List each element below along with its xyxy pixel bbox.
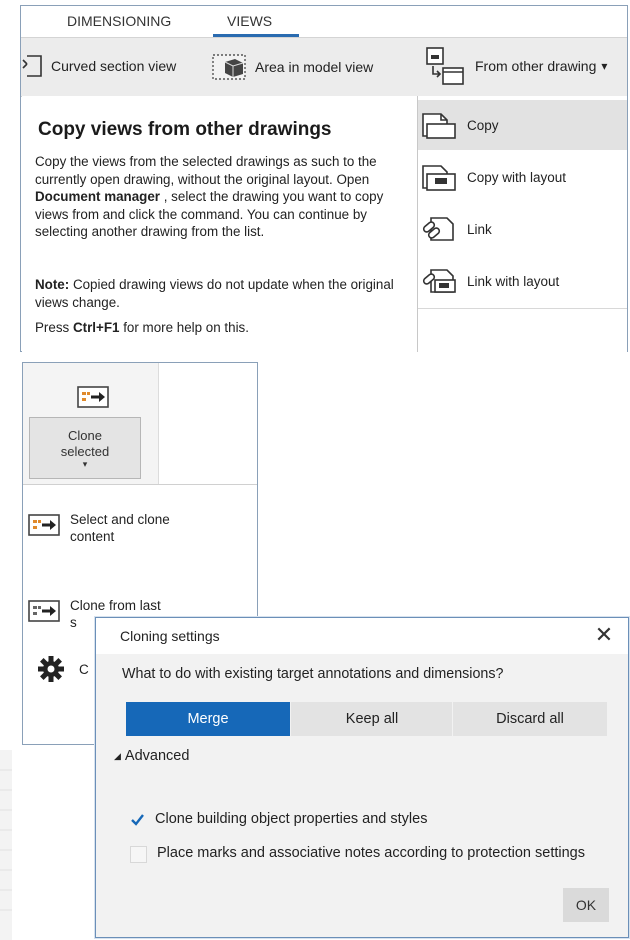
copy-layout-icon	[422, 165, 456, 191]
ok-button[interactable]: OK	[563, 888, 609, 922]
clone-from-last-label-2: s	[70, 615, 77, 630]
clone-selected-icon	[77, 386, 109, 408]
menu-item-link[interactable]: Link	[418, 204, 627, 254]
tooltip-note: Note: Copied drawing views do not update…	[35, 276, 395, 311]
clone-from-last-label-1: Clone from last	[70, 598, 161, 613]
close-icon[interactable]: ✕	[591, 622, 617, 648]
dialog-question: What to do with existing target annotati…	[122, 666, 504, 682]
copy-icon	[422, 113, 456, 139]
advanced-label: Advanced	[124, 748, 190, 764]
tooltip-help-text-2: for more help on this.	[119, 320, 249, 335]
menu-item-link-label: Link	[467, 221, 492, 237]
merge-button[interactable]: Merge	[126, 702, 290, 736]
clone-selected-label-2: selected	[60, 444, 110, 459]
tooltip-card: Copy views from other drawings Copy the …	[22, 96, 418, 352]
tooltip-note-label: Note:	[35, 277, 70, 292]
place-marks-label: Place marks and associative notes accord…	[157, 845, 585, 861]
checkbox-unchecked[interactable]	[130, 846, 147, 863]
tooltip-body-bold: Document manager	[35, 189, 161, 204]
cloning-settings-item[interactable]: C	[37, 655, 89, 683]
place-marks-checkbox-row[interactable]: Place marks and associative notes accord…	[130, 844, 600, 863]
area-in-model-view-label: Area in model view	[255, 59, 374, 75]
menu-item-copy-with-layout-label: Copy with layout	[467, 169, 567, 185]
clone-from-last-icon	[28, 600, 60, 622]
from-other-drawing-label: From other drawing	[475, 58, 597, 74]
cloning-settings-dialog: Cloning settings ✕ What to do with exist…	[95, 617, 629, 938]
link-layout-icon	[422, 269, 456, 293]
tooltip-body: Copy the views from the selected drawing…	[35, 153, 395, 241]
clone-properties-label: Clone building object properties and sty…	[155, 811, 428, 827]
from-other-drawing-icon	[426, 47, 464, 85]
divider	[23, 484, 257, 485]
ribbon-toolbar: Curved section view Area in model view F…	[21, 37, 627, 97]
expand-arrow-icon: ◢	[114, 750, 121, 761]
tab-views[interactable]: VIEWS	[227, 13, 272, 29]
menu-item-copy[interactable]: Copy	[418, 100, 627, 150]
curved-section-view-button[interactable]: Curved section view	[21, 54, 176, 78]
curved-section-view-label: Curved section view	[51, 58, 177, 74]
tooltip-body-text: Copy the views from the selected drawing…	[35, 154, 377, 187]
background-decoration	[0, 750, 12, 940]
clone-properties-checkbox-row[interactable]: Clone building object properties and sty…	[130, 810, 427, 828]
curved-section-icon	[22, 55, 42, 77]
select-and-clone-label: Select and clone content	[70, 511, 170, 545]
from-other-drawing-menu: Copy Copy with layout Link Link with lay…	[418, 96, 627, 352]
checkbox-checked[interactable]	[130, 812, 145, 827]
keep-all-button[interactable]: Keep all	[290, 702, 453, 736]
chevron-down-icon[interactable]: ▾	[601, 59, 607, 73]
clone-selected-button[interactable]: Clone selected ▾	[29, 417, 141, 479]
discard-all-button[interactable]: Discard all	[452, 702, 607, 736]
menu-item-link-with-layout-label: Link with layout	[467, 273, 560, 289]
advanced-toggle[interactable]: ◢ Advanced	[114, 748, 189, 764]
chevron-down-icon: ▾	[82, 459, 88, 469]
menu-item-copy-with-layout[interactable]: Copy with layout	[418, 152, 627, 202]
ribbon-tabs: DIMENSIONING VIEWS	[21, 6, 627, 37]
area-model-icon	[212, 54, 246, 80]
clone-selected-label-1: Clone	[68, 428, 102, 443]
clone-icon-wrap	[77, 385, 111, 414]
tooltip-note-text: Copied drawing views do not update when …	[35, 277, 394, 310]
ribbon-panel: DIMENSIONING VIEWS Curved section view A…	[20, 5, 628, 352]
select-and-clone-content-item[interactable]: Select and clone content	[28, 511, 170, 545]
check-icon	[131, 814, 144, 826]
tooltip-help-text: Press	[35, 320, 73, 335]
link-icon	[422, 217, 454, 241]
menu-footer	[418, 308, 627, 353]
menu-item-copy-label: Copy	[467, 117, 499, 133]
tooltip-title: Copy views from other drawings	[38, 119, 332, 140]
tab-dimensioning[interactable]: DIMENSIONING	[67, 13, 171, 29]
dialog-title: Cloning settings	[120, 628, 220, 644]
clone-ribbon-group: Clone selected ▾	[23, 363, 257, 485]
area-in-model-view-button[interactable]: Area in model view	[211, 52, 373, 82]
select-clone-icon	[28, 514, 60, 536]
tooltip-help-shortcut: Ctrl+F1	[72, 320, 120, 335]
tooltip-help: Press Ctrl+F1 for more help on this.	[35, 319, 395, 337]
select-and-clone-label-1: Select and clone	[70, 512, 170, 527]
gear-icon	[38, 656, 64, 682]
from-other-drawing-button[interactable]: From other drawing ▾	[423, 46, 607, 86]
dialog-titlebar: Cloning settings ✕	[96, 618, 628, 654]
select-and-clone-label-2: content	[70, 529, 115, 544]
cloning-settings-label-partial: C	[79, 661, 89, 677]
menu-item-link-with-layout[interactable]: Link with layout	[418, 256, 627, 306]
